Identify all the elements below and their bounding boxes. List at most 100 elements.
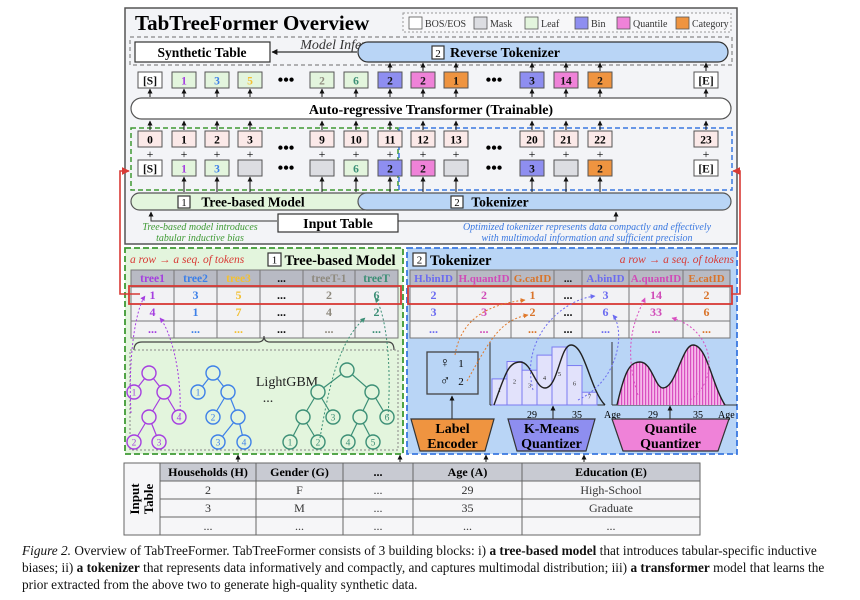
token-id-table: H.binID 2 3... H.quantID 2 3... G.catID 1 2.....… — [407, 269, 733, 339]
input-token-text: 1 — [181, 164, 187, 176]
leaf-id: 3 — [331, 414, 336, 424]
leaf-table-header-cell: treeT-1 — [311, 273, 346, 285]
leaf-table-cell: ... — [277, 322, 286, 336]
leaf-id: 1 — [288, 439, 293, 449]
leaf-id: 3 — [216, 439, 221, 449]
output-token-text: 2 — [420, 76, 426, 88]
leaf-id: 4 — [346, 439, 351, 449]
position-id-text: 12 — [417, 135, 429, 147]
tree-ellipsis: ... — [263, 391, 274, 406]
token-table-header-cell: H.quantID — [458, 273, 509, 285]
reverse-tokenizer-number: 2 — [435, 48, 441, 60]
token-table-header-cell: H.binID — [414, 273, 453, 285]
output-token-text: 1 — [453, 76, 459, 88]
label-encoder-line1: Label — [435, 422, 469, 437]
legend-label: Bin — [591, 19, 605, 30]
plus-sign: + — [529, 147, 536, 161]
tokenizer-number: 2 — [454, 198, 459, 209]
leaf-table-cell: ... — [234, 322, 243, 336]
input-table-cell: ... — [295, 519, 304, 533]
leaf-table-cell: 3 — [193, 288, 199, 302]
male-icon: ♂ — [440, 374, 451, 389]
caption-bold-1: a tree-based model — [489, 543, 597, 558]
split-node — [141, 409, 157, 425]
leaf-table-row — [130, 286, 399, 305]
split-node — [205, 365, 221, 381]
token-table-cell: ... — [429, 322, 438, 336]
legend: BOS/EOS Mask Leaf Bin Quantile Category — [402, 12, 732, 33]
input-table-cell: High-School — [580, 483, 642, 497]
legend-swatch-mask — [473, 16, 488, 30]
leaf-id: 1 — [196, 389, 201, 399]
leaf-table-cell: 1 — [150, 288, 156, 302]
token-table-cell: 33 — [650, 305, 662, 319]
token-table-cell: 2 — [481, 288, 487, 302]
token-table-cell: ... — [652, 322, 661, 336]
token-table-cell: ... — [564, 322, 573, 336]
token-table-header-cell: A.quantID — [631, 273, 681, 285]
tree-panel-number: 1 — [272, 255, 278, 267]
position-id-text: 13 — [450, 135, 462, 147]
input-table-header-cell: Households (H) — [168, 465, 248, 479]
input-token-text: 2 — [597, 164, 603, 176]
lightgbm-label: LightGBM — [256, 375, 319, 390]
input-token — [553, 159, 579, 177]
split-node — [141, 365, 157, 381]
plus-sign: + — [214, 147, 221, 161]
leaf-id: 2 — [132, 439, 137, 449]
legend-label: Mask — [490, 19, 512, 30]
plus-sign: + — [387, 147, 394, 161]
leaf-table-header-row — [130, 269, 399, 288]
plus-sign: + — [420, 147, 427, 161]
plus-sign: + — [247, 147, 254, 161]
input-table-cell: ... — [607, 519, 616, 533]
output-token-text: 5 — [247, 76, 253, 88]
input-table-cell: 35 — [462, 501, 474, 515]
legend-swatch-leaf — [524, 16, 539, 30]
input-ellipsis: ••• — [486, 160, 503, 177]
plus-sign: + — [353, 147, 360, 161]
plus-sign: + — [319, 147, 326, 161]
legend-label: Category — [692, 19, 729, 30]
caption-text-3: that represents data informatively and c… — [139, 560, 631, 575]
position-id-text: 3 — [247, 135, 253, 147]
input-table-header-cell: Education (E) — [575, 465, 647, 479]
legend-swatch-quantile — [616, 16, 631, 30]
kmeans-bin-label: 3 — [528, 383, 531, 390]
split-node — [339, 362, 355, 378]
transformer-label: Auto-regressive Transformer (Trainable) — [309, 103, 554, 118]
leaf-id: 2 — [211, 414, 216, 424]
split-node — [310, 384, 326, 400]
input-table-cell: 2 — [205, 483, 211, 497]
leaf-table-cell: 4 — [326, 305, 332, 319]
token-table-cell: 2 — [530, 305, 536, 319]
tokenizer-box — [357, 192, 732, 211]
tokenizer-label: Tokenizer — [471, 195, 528, 210]
input-token — [237, 159, 263, 177]
token-table-cell: 6 — [603, 305, 609, 319]
output-token-text: 14 — [560, 76, 572, 88]
input-token — [443, 159, 469, 177]
position-id-text: 23 — [700, 135, 712, 147]
token-table-cell: 6 — [704, 305, 710, 319]
input-table-cell: M — [294, 501, 305, 515]
input-table-cell: ... — [374, 519, 383, 533]
token-table-cell: 3 — [603, 288, 609, 302]
quantile-line2: Quantizer — [640, 437, 701, 452]
position-ellipsis: ••• — [486, 140, 503, 157]
split-node — [230, 409, 246, 425]
leaf-table-header-cell: tree2 — [183, 273, 208, 285]
figure-caption: Figure 2. Overview of TabTreeFormer. Tab… — [22, 542, 842, 593]
input-token — [309, 159, 335, 177]
legend-swatch-category — [675, 16, 690, 30]
position-id-text: 10 — [350, 135, 362, 147]
legend-swatch-bin — [574, 16, 589, 30]
input-table-side-label-2: Table — [141, 483, 156, 514]
input-token-text: 6 — [353, 164, 359, 176]
output-ellipsis: ••• — [486, 72, 503, 89]
leaf-table-cell: 2 — [374, 305, 380, 319]
token-table-header-cell: E.catID — [688, 273, 724, 285]
token-table-cell: ... — [528, 322, 537, 336]
split-node — [295, 409, 311, 425]
kmeans-bin-label: 2 — [513, 378, 516, 385]
